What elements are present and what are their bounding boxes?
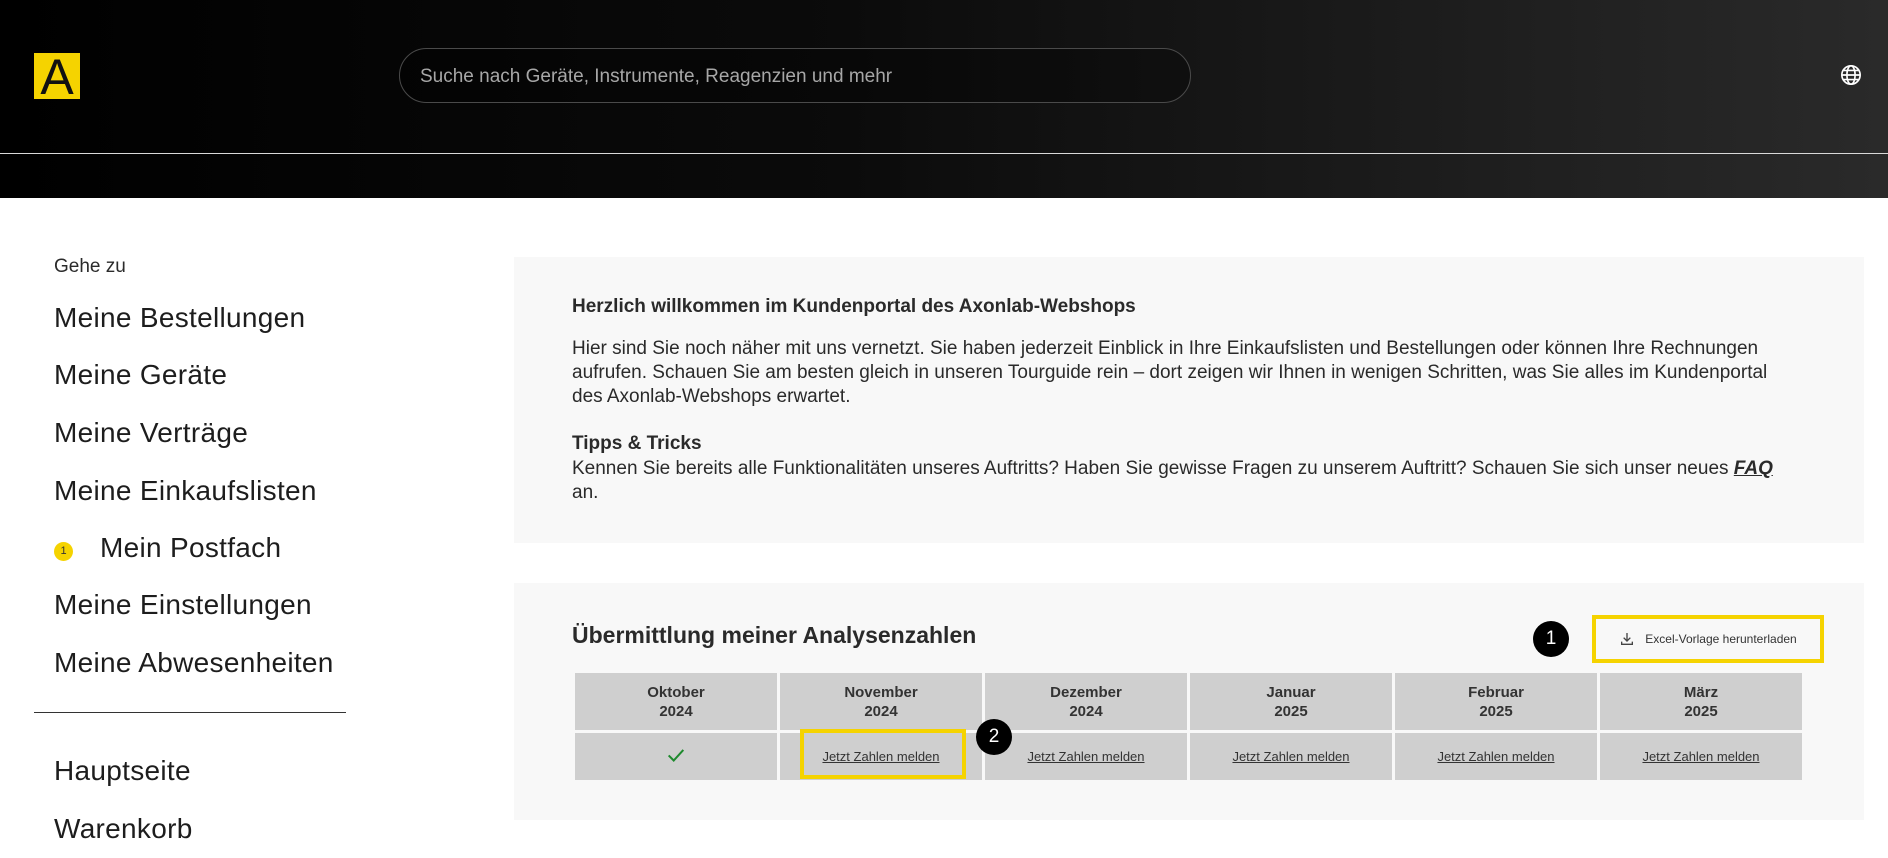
- faq-link[interactable]: FAQ: [1734, 458, 1773, 479]
- tips-text-after: an.: [572, 482, 599, 503]
- search-input[interactable]: Suche nach Geräte, Instrumente, Reagenzi…: [399, 48, 1191, 103]
- month-name: Januar: [1266, 683, 1316, 701]
- tips-text-before: Kennen Sie bereits alle Funktionalitäten…: [572, 458, 1734, 479]
- month-year: 2024: [659, 702, 693, 720]
- month-year: 2024: [864, 702, 898, 720]
- nav-meine-bestellungen[interactable]: Meine Bestellungen: [54, 302, 305, 334]
- report-link-maerz[interactable]: Jetzt Zahlen melden: [1642, 749, 1759, 764]
- report-link-februar[interactable]: Jetzt Zahlen melden: [1437, 749, 1554, 764]
- download-icon: [1621, 633, 1634, 645]
- month-header-februar: Februar 2025: [1395, 673, 1597, 730]
- month-header-januar: Januar 2025: [1190, 673, 1392, 730]
- month-header-maerz: März 2025: [1600, 673, 1802, 730]
- step-marker-2: 2: [976, 719, 1012, 755]
- step-marker-1: 1: [1533, 621, 1569, 657]
- tips-text: Kennen Sie bereits alle Funktionalitäten…: [572, 457, 1802, 505]
- top-header: A Suche nach Geräte, Instrumente, Reagen…: [0, 0, 1888, 198]
- sidebar-divider: [34, 712, 346, 713]
- status-cell-november: Jetzt Zahlen melden: [780, 733, 982, 780]
- table-header-row: Oktober 2024 November 2024 Dezember 2024 Ja…: [575, 673, 1802, 730]
- welcome-text: Hier sind Sie noch näher mit uns vernetz…: [572, 338, 1768, 407]
- report-link-dezember[interactable]: Jetzt Zahlen melden: [1027, 749, 1144, 764]
- excel-download-label: Excel-Vorlage herunterladen: [1645, 632, 1797, 646]
- tips-title: Tipps & Tricks: [572, 433, 702, 454]
- nav-meine-abwesenheiten[interactable]: Meine Abwesenheiten: [54, 647, 334, 679]
- search-placeholder: Suche nach Geräte, Instrumente, Reagenzi…: [420, 66, 893, 87]
- month-header-dezember: Dezember 2024: [985, 673, 1187, 730]
- excel-download-button[interactable]: Excel-Vorlage herunterladen: [1592, 615, 1824, 663]
- analysis-months-table: Oktober 2024 November 2024 Dezember 2024 Ja…: [572, 670, 1805, 783]
- month-year: 2024: [1069, 702, 1103, 720]
- nav-warenkorb[interactable]: Warenkorb: [54, 813, 193, 845]
- report-link-november[interactable]: Jetzt Zahlen melden: [822, 749, 939, 764]
- report-link-januar[interactable]: Jetzt Zahlen melden: [1232, 749, 1349, 764]
- month-name: November: [844, 683, 918, 701]
- postfach-badge: 1: [54, 542, 73, 561]
- nav-hauptseite[interactable]: Hauptseite: [54, 755, 191, 787]
- nav-meine-einkaufslisten[interactable]: Meine Einkaufslisten: [54, 475, 317, 507]
- axonlab-logo[interactable]: A: [34, 49, 80, 105]
- goto-label: Gehe zu: [54, 256, 126, 277]
- status-cell-maerz: Jetzt Zahlen melden: [1600, 733, 1802, 780]
- month-name: März: [1683, 683, 1719, 701]
- analysis-title: Übermittlung meiner Analysenzahlen: [572, 622, 977, 648]
- month-name: Dezember: [1050, 683, 1122, 701]
- nav-meine-einstellungen[interactable]: Meine Einstellungen: [54, 589, 312, 621]
- table-action-row: Jetzt Zahlen melden Jetzt Zahlen melden …: [575, 733, 1802, 780]
- checkmark-icon: [667, 749, 685, 762]
- nav-meine-vertraege[interactable]: Meine Verträge: [54, 417, 248, 449]
- status-cell-oktober: [575, 733, 777, 780]
- month-year: 2025: [1274, 702, 1308, 720]
- nav-meine-geraete[interactable]: Meine Geräte: [54, 359, 227, 391]
- nav-mein-postfach[interactable]: Mein Postfach: [100, 532, 281, 564]
- month-year: 2025: [1479, 702, 1513, 720]
- globe-icon[interactable]: [1840, 64, 1862, 86]
- status-cell-dezember: Jetzt Zahlen melden: [985, 733, 1187, 780]
- header-divider: [0, 153, 1888, 154]
- month-name: Februar: [1468, 683, 1524, 701]
- status-cell-februar: Jetzt Zahlen melden: [1395, 733, 1597, 780]
- month-name: Oktober: [647, 683, 705, 701]
- welcome-title: Herzlich willkommen im Kundenportal des …: [572, 296, 1136, 317]
- month-year: 2025: [1684, 702, 1718, 720]
- status-cell-januar: Jetzt Zahlen melden: [1190, 733, 1392, 780]
- month-header-november: November 2024: [780, 673, 982, 730]
- logo-letter: A: [40, 49, 74, 105]
- month-header-oktober: Oktober 2024: [575, 673, 777, 730]
